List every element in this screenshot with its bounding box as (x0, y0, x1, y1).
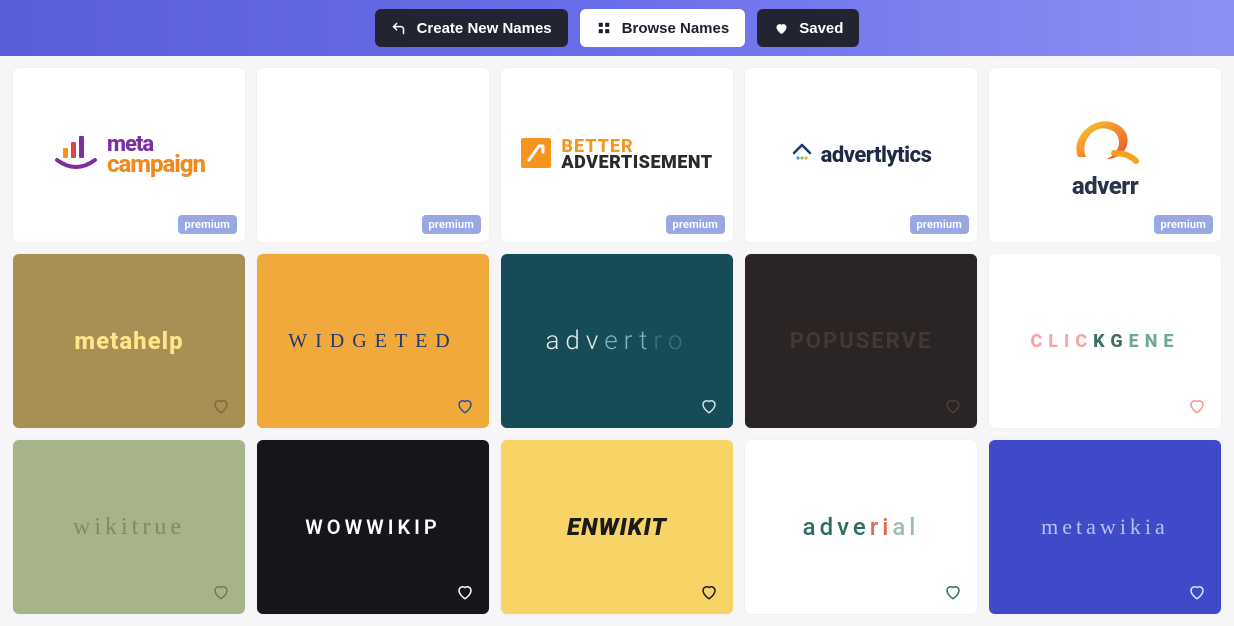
logo-text: ENWIKIT (567, 513, 667, 541)
favorite-button[interactable] (1187, 396, 1207, 416)
swoosh-icon (1066, 113, 1144, 168)
logo-text: advertro (545, 326, 688, 356)
favorite-button[interactable] (211, 396, 231, 416)
topbar: Create New Names Browse Names Saved (0, 0, 1234, 56)
favorite-button[interactable] (455, 396, 475, 416)
square-arrow-icon (521, 138, 551, 172)
card-clickgene[interactable]: CLICKGENE (989, 254, 1221, 428)
name-grid: meta campaign premium premium BETTER ADV… (0, 56, 1234, 626)
favorite-button[interactable] (1187, 582, 1207, 602)
logo-text: WIDGETED (288, 330, 458, 353)
card-wowwikip[interactable]: WOWWIKIP (257, 440, 489, 614)
favorite-button[interactable] (943, 582, 963, 602)
logo-text: metawikia (1041, 514, 1169, 540)
browse-names-button[interactable]: Browse Names (580, 9, 746, 47)
card-advertlytics[interactable]: advertlytics premium (745, 68, 977, 242)
card-blank[interactable]: premium (257, 68, 489, 242)
arrow-return-icon (391, 20, 407, 36)
saved-button[interactable]: Saved (757, 9, 859, 47)
logo-text: adverr (1072, 174, 1138, 198)
card-enwikit[interactable]: ENWIKIT (501, 440, 733, 614)
card-widgeted[interactable]: WIDGETED (257, 254, 489, 428)
saved-label: Saved (799, 20, 843, 37)
premium-badge: premium (422, 215, 481, 234)
premium-badge: premium (910, 215, 969, 234)
house-dots-icon (791, 142, 813, 168)
logo-text: metahelp (74, 327, 183, 355)
card-advertro[interactable]: advertro (501, 254, 733, 428)
logo-text-bottom: ADVERTISEMENT (561, 154, 712, 172)
card-better-advertisement[interactable]: BETTER ADVERTISEMENT premium (501, 68, 733, 242)
card-metacampaign[interactable]: meta campaign premium (13, 68, 245, 242)
bars-smile-icon (53, 134, 99, 177)
logo-text: wikitrue (73, 514, 185, 541)
premium-badge: premium (1154, 215, 1213, 234)
grid-icon (596, 20, 612, 36)
premium-badge: premium (666, 215, 725, 234)
logo-text: WOWWIKIP (305, 515, 440, 539)
create-new-names-label: Create New Names (417, 20, 552, 37)
logo-text: POPUSERVE (790, 329, 933, 354)
browse-names-label: Browse Names (622, 20, 730, 37)
card-popuserve[interactable]: POPUSERVE (745, 254, 977, 428)
card-adverial[interactable]: adverial (745, 440, 977, 614)
logo-text: advertlytics (821, 143, 932, 168)
card-metawikia[interactable]: metawikia (989, 440, 1221, 614)
favorite-button[interactable] (943, 396, 963, 416)
favorite-button[interactable] (699, 396, 719, 416)
heart-icon (773, 20, 789, 36)
favorite-button[interactable] (699, 582, 719, 602)
logo-text: CLICKGENE (1030, 331, 1179, 352)
favorite-button[interactable] (455, 582, 475, 602)
card-adverr[interactable]: adverr premium (989, 68, 1221, 242)
favorite-button[interactable] (211, 582, 231, 602)
logo-text-bottom: campaign (107, 152, 205, 176)
card-metahelp[interactable]: metahelp (13, 254, 245, 428)
premium-badge: premium (178, 215, 237, 234)
card-wikitrue[interactable]: wikitrue (13, 440, 245, 614)
create-new-names-button[interactable]: Create New Names (375, 9, 568, 47)
logo-text: adverial (803, 513, 920, 541)
